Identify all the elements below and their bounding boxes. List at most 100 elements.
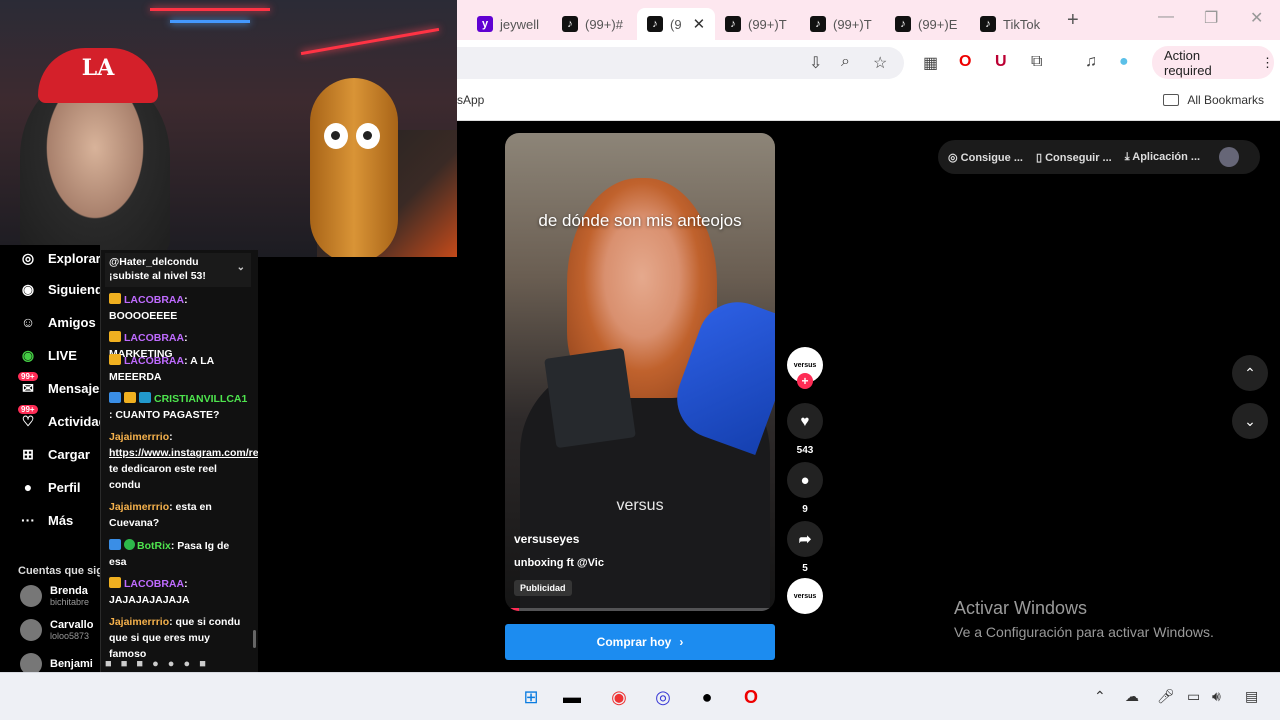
browser-tab[interactable]: ♪ TikTok <box>970 8 1055 40</box>
like-button[interactable]: ♥ 543 <box>787 403 823 456</box>
more-icon: ··· <box>21 512 35 528</box>
tiktok-icon: ♪ <box>980 16 996 32</box>
tiktok-icon: ♪ <box>562 16 578 32</box>
extensions-icon[interactable]: ⧉ <box>1031 53 1042 71</box>
opera-icon[interactable]: O <box>737 683 765 711</box>
notification-icon[interactable]: ▤ <box>1245 688 1258 705</box>
volume-icon[interactable]: 🔊︎ <box>1212 688 1221 705</box>
browser-tab-active[interactable]: ♪ (9 ✕ <box>637 8 715 40</box>
shield-extension-icon[interactable]: U <box>995 53 1007 71</box>
chevron-down-icon[interactable]: ⌄ <box>237 261 245 275</box>
sidebar-item-more[interactable]: ··· Más <box>18 510 73 530</box>
followed-account[interactable]: Brenda bichitabre <box>20 585 89 607</box>
obs-icon[interactable]: ◎ <box>649 683 677 711</box>
zoom-icon[interactable]: ⌕ <box>841 53 850 71</box>
upload-icon: ⊞ <box>22 445 34 462</box>
browser-tab[interactable]: ♪ (99+)T <box>800 8 885 40</box>
compass-icon: ◎ <box>21 249 35 266</box>
address-bar[interactable] <box>457 47 904 79</box>
display-icon[interactable]: ▭ <box>1187 688 1200 705</box>
share-icon: ➦ <box>787 521 823 557</box>
previous-video-button[interactable]: ⌃ <box>1232 355 1268 391</box>
ad-label: Publicidad <box>514 580 572 596</box>
folder-icon <box>1163 94 1180 106</box>
follow-plus-icon[interactable]: + <box>797 373 813 389</box>
browser-tab[interactable]: y jeywell <box>467 8 552 40</box>
chat-scrollbar[interactable] <box>253 630 256 648</box>
desktop-app-button[interactable]: ⤓ Aplicación ... <box>1125 151 1200 164</box>
video-progress-fill <box>505 608 519 611</box>
sidebar-item-following[interactable]: ◉ Siguiendo <box>18 279 111 299</box>
video-caption: de dónde son mis anteojos <box>538 211 742 230</box>
sub-badge-icon <box>139 392 151 403</box>
crown-badge-icon <box>124 392 136 403</box>
avatar <box>20 619 42 641</box>
message-icon: ✉ 99+ <box>18 372 38 398</box>
user-avatar[interactable] <box>1219 147 1240 167</box>
start-windows-icon[interactable]: ⊞ <box>517 683 545 711</box>
chat-link[interactable]: https://www.instagram.com/reel/DWO_qrt..… <box>109 447 258 459</box>
video-username[interactable]: versuseyes <box>514 532 579 546</box>
app-icon[interactable]: ● <box>693 683 721 711</box>
new-tab-button[interactable]: + <box>1067 9 1079 32</box>
sausage-character <box>310 78 398 257</box>
browser-tab[interactable]: ♪ (99+)E <box>885 8 970 40</box>
browser-tab[interactable]: ♪ (99+)T <box>715 8 800 40</box>
hoodie-print: versus <box>616 497 664 514</box>
crown-badge-icon <box>109 293 121 304</box>
comment-button[interactable]: ● 9 <box>787 462 823 515</box>
chat-message: CRISTIANVILLCA1: CUANTO PAGASTE? <box>109 392 248 421</box>
chevron-up-icon[interactable]: ⌃ <box>1094 688 1106 705</box>
emote-bar[interactable]: ■ ■ ■ ● ● ● ■ <box>105 658 209 670</box>
restore-icon[interactable]: ❐ <box>1204 8 1218 28</box>
bookmark-star-icon[interactable]: ☆ <box>873 53 887 73</box>
video-progress-bar[interactable] <box>505 608 775 611</box>
tiktok-icon: ♪ <box>810 16 826 32</box>
sound-disc[interactable]: versus <box>787 578 823 614</box>
window-close-icon[interactable]: ✕ <box>1250 8 1263 28</box>
next-video-button[interactable]: ⌄ <box>1232 403 1268 439</box>
verified-icon <box>124 539 135 550</box>
sidebar-item-profile[interactable]: ● Perfil <box>18 477 81 497</box>
action-required-button[interactable]: Action required ⋮ <box>1152 46 1274 79</box>
share-button[interactable]: ➦ 5 <box>787 521 823 574</box>
followed-account[interactable]: Carvallo loloo5873 <box>20 619 93 641</box>
chat-message: LACOBRAA: A LA MEEERDA <box>109 354 214 383</box>
profile-avatar-icon[interactable]: ● <box>1119 53 1129 71</box>
sidebar-item-messages[interactable]: ✉ 99+ Mensajes <box>18 372 107 398</box>
chat-message: Jajaimerrrio: esta en Cuevana? <box>109 501 212 529</box>
chat-message: Jajaimerrrio: https://www.instagram.com/r… <box>109 429 258 493</box>
creator-avatar[interactable]: versus + <box>787 347 823 389</box>
friends-icon: ☺ <box>20 314 36 330</box>
windows-activation-watermark: Activar Windows Ve a Configuración para … <box>954 598 1214 640</box>
cloud-off-icon[interactable]: ☁ <box>1125 688 1139 705</box>
sidebar-item-activity[interactable]: ♡ 99+ Actividad <box>18 405 107 431</box>
sidebar-item-live[interactable]: ◉ LIVE <box>18 345 77 365</box>
crown-badge-icon <box>109 331 121 342</box>
all-bookmarks-button[interactable]: All Bookmarks <box>1163 93 1264 107</box>
minimize-icon[interactable]: — <box>1158 8 1174 26</box>
file-explorer-icon[interactable]: ▬ <box>558 683 586 711</box>
install-app-icon[interactable]: ⇩ <box>809 53 822 73</box>
qr-icon[interactable]: ▦ <box>923 53 938 73</box>
chrome-icon[interactable]: ◉ <box>605 683 633 711</box>
chevron-right-icon: › <box>679 635 684 649</box>
get-app-button[interactable]: ▯ Conseguir ... <box>1036 151 1112 164</box>
live-icon: ◉ <box>21 346 35 363</box>
video-description: unboxing ft @Vic <box>514 557 604 569</box>
sidebar-item-upload[interactable]: ⊞ Cargar <box>18 444 90 464</box>
browser-tab[interactable]: ♪ (99+)# <box>552 8 637 40</box>
sidebar-item-friends[interactable]: ☺ Amigos <box>18 312 96 332</box>
tiktok-sidebar: ◎ Explorar ◉ Siguiendo ☺ Amigos ◉ LIVE ✉ 99+ M… <box>0 245 111 675</box>
opera-icon[interactable]: O <box>959 53 971 71</box>
get-coins-button[interactable]: ◎ Consigue ... <box>948 151 1023 164</box>
media-icon[interactable]: ♫ <box>1085 53 1097 71</box>
video-player[interactable]: de dónde son mis anteojos versus versuse… <box>505 133 775 611</box>
sword-badge-icon <box>109 539 121 550</box>
bookmark-item[interactable]: sApp <box>457 93 484 107</box>
get-app-bar: ◎ Consigue ... ▯ Conseguir ... ⤓ Aplicac… <box>938 140 1260 174</box>
close-tab-icon[interactable]: ✕ <box>693 15 706 33</box>
sidebar-item-explore[interactable]: ◎ Explorar <box>18 248 101 268</box>
microphone-icon[interactable]: 🎤︎ <box>1157 688 1175 705</box>
buy-now-button[interactable]: Comprar hoy › <box>505 624 775 660</box>
